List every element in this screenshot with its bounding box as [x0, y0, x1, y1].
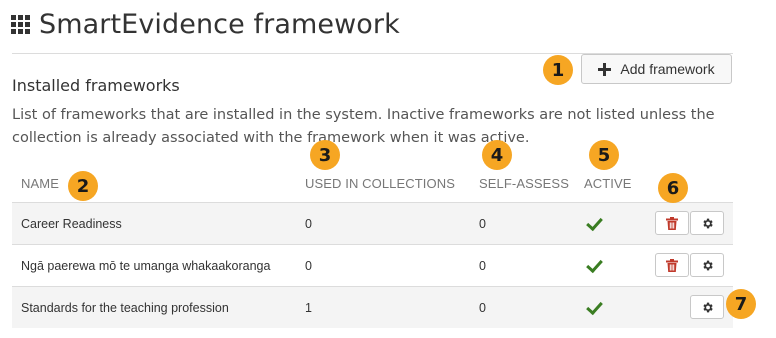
self-assess-value: 0 [479, 300, 486, 315]
callout-badge-7: 7 [726, 289, 756, 319]
trash-icon [666, 216, 678, 230]
table-row: Career Readiness 0 0 [12, 203, 733, 244]
section-heading: Installed frameworks [12, 76, 180, 95]
plus-icon [598, 62, 612, 76]
column-header-active: ACTIVE [584, 176, 632, 191]
page-header: SmartEvidence framework [11, 4, 400, 44]
callout-badge-3: 3 [310, 140, 340, 170]
callout-badge-1: 1 [543, 55, 573, 85]
active-check-icon [586, 255, 603, 274]
grid-icon [11, 14, 30, 34]
framework-settings-button[interactable] [690, 253, 724, 277]
page: SmartEvidence framework Add framework In… [0, 0, 776, 338]
table-row: Standards for the teaching profession 1 … [12, 287, 733, 328]
column-header-self-assess: SELF-ASSESS [479, 176, 569, 191]
gear-icon [702, 218, 713, 228]
framework-name: Ngā paerewa mō te umanga whakaakoranga [21, 258, 271, 273]
column-header-used-in-collections: USED IN COLLECTIONS [305, 176, 455, 191]
framework-settings-button[interactable] [690, 295, 724, 319]
self-assess-value: 0 [479, 216, 486, 231]
add-framework-label: Add framework [620, 61, 715, 77]
callout-badge-5: 5 [589, 140, 619, 170]
self-assess-value: 0 [479, 258, 486, 273]
add-framework-button[interactable]: Add framework [581, 54, 732, 84]
framework-name: Standards for the teaching profession [21, 300, 229, 315]
table-row: Ngā paerewa mō te umanga whakaakoranga 0… [12, 245, 733, 286]
callout-badge-2: 2 [68, 171, 98, 201]
section-description: List of frameworks that are installed in… [12, 107, 715, 146]
callout-badge-6: 6 [658, 173, 688, 203]
delete-framework-button[interactable] [655, 211, 689, 235]
framework-name: Career Readiness [21, 216, 122, 231]
callout-badge-4: 4 [482, 140, 512, 170]
delete-framework-button[interactable] [655, 253, 689, 277]
gear-icon [702, 260, 713, 270]
gear-icon [702, 302, 713, 312]
active-check-icon [586, 213, 603, 232]
used-in-collections-count: 0 [305, 216, 312, 231]
framework-settings-button[interactable] [690, 211, 724, 235]
active-check-icon [586, 297, 603, 316]
page-title: SmartEvidence framework [39, 8, 400, 40]
used-in-collections-count: 0 [305, 258, 312, 273]
used-in-collections-count: 1 [305, 300, 312, 315]
trash-icon [666, 258, 678, 272]
column-header-name: NAME [21, 176, 59, 191]
